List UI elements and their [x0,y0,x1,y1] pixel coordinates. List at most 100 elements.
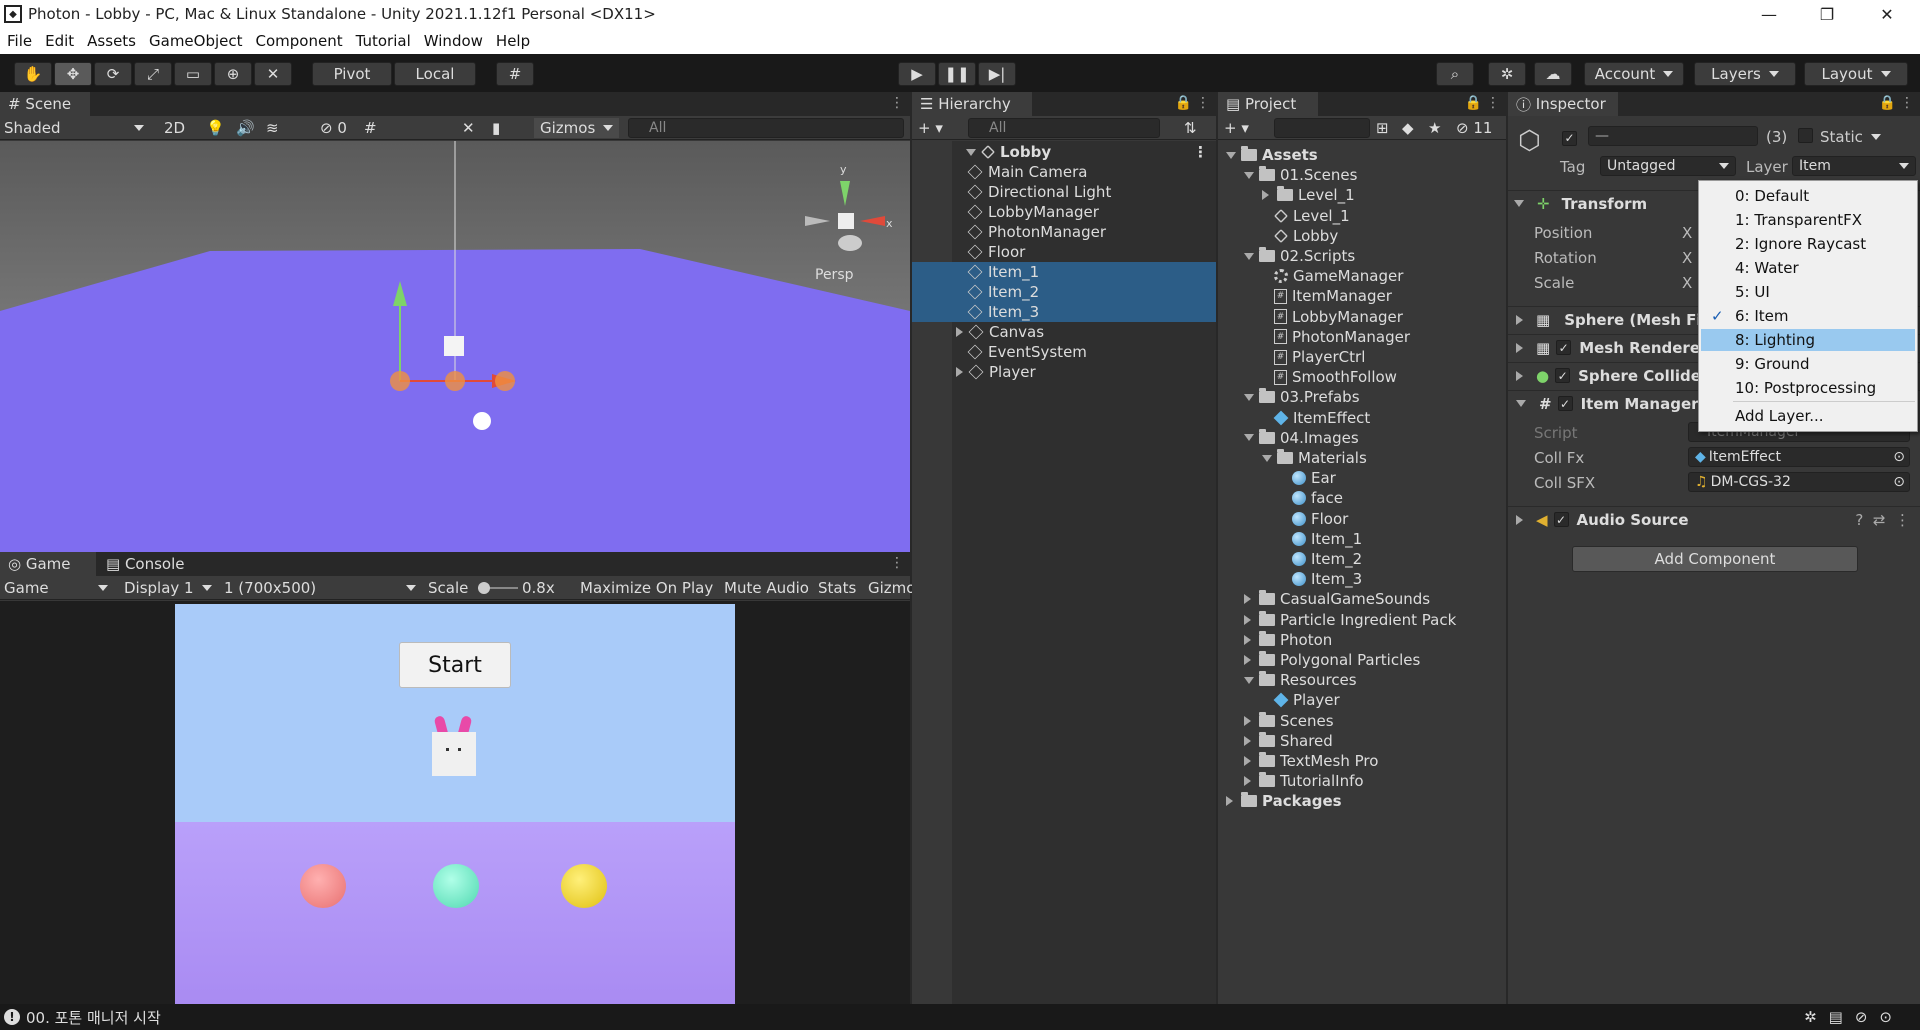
hierarchy-item[interactable]: Item_2 [912,282,1216,302]
hierarchy-item[interactable]: Main Camera [912,162,1216,182]
project-add-button[interactable]: + ▾ [1224,118,1249,138]
project-item[interactable]: Packages [1218,791,1506,811]
persp-label[interactable]: Persp [815,267,854,283]
project-item[interactable]: 02.Scripts [1218,246,1506,266]
expand-arrow-icon[interactable] [1262,190,1269,201]
menu-tutorial[interactable]: Tutorial [356,32,411,50]
display-dropdown[interactable]: Display 1 [124,578,212,598]
gizmos-dropdown[interactable]: Gizmos [534,118,620,138]
move-tool-icon[interactable]: ✥ [54,62,92,86]
project-lock-icon[interactable]: 🔒 [1465,95,1482,111]
expand-arrow-icon[interactable] [1262,454,1272,462]
stats-toggle[interactable]: Stats [818,578,856,598]
transform-expand-icon[interactable] [1514,200,1524,207]
hierarchy-item[interactable]: Player [912,362,1216,382]
minimize-button[interactable]: — [1740,0,1798,28]
project-item[interactable]: Ear [1218,468,1506,488]
hierarchy-item[interactable]: Canvas [912,322,1216,342]
project-item[interactable]: Item_1 [1218,529,1506,549]
static-checkbox[interactable] [1798,128,1813,147]
grid-toggle-icon[interactable]: # [364,118,377,138]
tab-game[interactable]: ◎ Game [0,552,96,576]
project-menu-icon[interactable]: ⋮ [1486,95,1500,111]
object-picker-icon[interactable]: ⊙ [1893,449,1905,465]
tab-inspector[interactable]: ⓘ Inspector [1508,92,1618,116]
audio-toggle-icon[interactable]: 🔊 [236,118,255,138]
layer-option[interactable]: 8: Lighting [1701,329,1915,351]
project-item[interactable]: Level_1 [1218,185,1506,205]
hierarchy-root[interactable]: Lobby ⋮ [952,142,1216,162]
search-by-type-icon[interactable]: ⊞ [1376,118,1389,138]
expand-arrow-icon[interactable] [1226,151,1236,159]
mesh-renderer-checkbox[interactable]: ✓ [1556,340,1572,355]
tools-icon[interactable]: ✕ [462,118,475,138]
rotate-tool-icon[interactable]: ⟳ [94,62,132,86]
hierarchy-add-button[interactable]: + ▾ [918,118,943,138]
project-item[interactable]: Lobby [1218,226,1506,246]
expand-arrow-icon[interactable] [1244,676,1254,684]
expand-arrow-icon[interactable] [966,148,976,156]
shading-dropdown[interactable]: Shaded [4,118,144,138]
expand-arrow-icon[interactable] [1244,715,1251,726]
hierarchy-item[interactable]: Item_3 [912,302,1216,322]
object-picker-icon[interactable]: ⊙ [1893,474,1905,490]
layer-option[interactable]: 4: Water [1701,257,1915,279]
expand-arrow-icon[interactable] [1226,796,1233,807]
hand-tool-icon[interactable]: ✋ [14,62,52,86]
tab-project[interactable]: ▤ Project [1218,92,1318,116]
audio-source-checkbox[interactable]: ✓ [1553,512,1569,527]
expand-arrow-icon[interactable] [956,327,963,337]
expand-arrow-icon[interactable] [1244,776,1251,787]
tag-dropdown[interactable]: Untagged [1600,156,1736,176]
rect-tool-icon[interactable]: ▭ [174,62,212,86]
status-message[interactable]: 00. 포톤 매니저 시작 [26,1007,161,1028]
active-checkbox[interactable]: ✓ [1562,128,1577,146]
project-item[interactable]: # ItemManager [1218,286,1506,306]
account-dropdown[interactable]: Account [1584,62,1684,86]
project-item[interactable]: 03.Prefabs [1218,387,1506,407]
hierarchy-item[interactable]: LobbyManager [912,202,1216,222]
item-2-gizmo[interactable] [445,371,465,391]
resolution-dropdown[interactable]: 1 (700x500) [224,578,416,598]
project-item[interactable]: Player [1218,690,1506,710]
scene-search-input[interactable]: All [628,118,904,138]
hierarchy-item[interactable]: Floor [912,242,1216,262]
project-item[interactable]: Scenes [1218,711,1506,731]
search-icon[interactable]: ⌕ [1436,62,1474,86]
project-item[interactable]: Assets [1218,145,1506,165]
root-menu-icon[interactable]: ⋮ [1193,143,1208,161]
scale-slider[interactable] [478,582,518,594]
object-name-field[interactable]: — [1588,126,1758,146]
layout-dropdown[interactable]: Layout [1804,62,1908,86]
restore-button[interactable]: ❐ [1798,0,1856,28]
inspector-menu-icon[interactable]: ⋮ [1900,95,1914,111]
local-toggle[interactable]: Local [394,62,476,86]
project-item[interactable]: Particle Ingredient Pack [1218,610,1506,630]
game-menu-icon[interactable]: ⋮ [890,555,904,571]
tab-scene[interactable]: # Scene [0,92,90,116]
audio-source-header[interactable]: ◀ ✓ Audio Source ? ⇄ ⋮ [1508,506,1920,532]
lighting-toggle-icon[interactable]: 💡 [206,118,225,138]
layer-option[interactable]: 9: Ground [1701,353,1915,375]
pivot-toggle[interactable]: Pivot [312,62,392,86]
mesh-filter-expand-icon[interactable] [1516,314,1523,325]
add-layer-option[interactable]: Add Layer... [1701,405,1915,427]
menu-file[interactable]: File [7,32,32,50]
step-button[interactable]: ▶| [978,62,1016,86]
project-search-input[interactable] [1274,118,1370,138]
mode-2d-button[interactable]: 2D [164,118,185,138]
menu-gameobject[interactable]: GameObject [149,32,243,50]
scene-viewport[interactable]: y x Persp [0,141,910,552]
layer-option[interactable]: 1: TransparentFX [1701,209,1915,231]
layer-option[interactable]: 5: UI [1701,281,1915,303]
status-icons[interactable]: ✲▤⊘⊙ [1804,1008,1904,1026]
project-item[interactable]: 01.Scenes [1218,165,1506,185]
audio-source-expand-icon[interactable] [1516,514,1523,525]
mute-audio-toggle[interactable]: Mute Audio [724,578,809,598]
maximize-on-play-toggle[interactable]: Maximize On Play [580,578,713,598]
transform-tool-icon[interactable]: ⊕ [214,62,252,86]
hierarchy-item[interactable]: Item_1 [912,262,1216,282]
expand-arrow-icon[interactable] [1244,252,1254,260]
project-item[interactable]: # SmoothFollow [1218,367,1506,387]
project-item[interactable]: Item_3 [1218,569,1506,589]
